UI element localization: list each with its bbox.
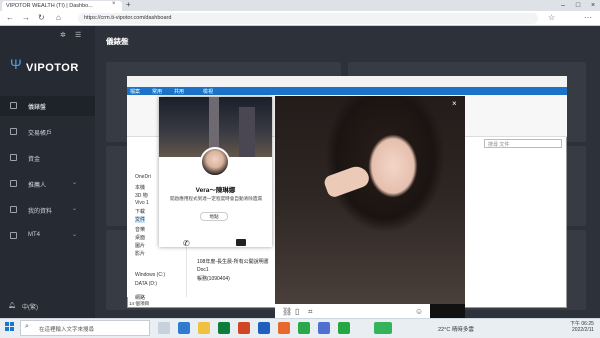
sidebar-item-trading-accounts[interactable]: 交易帳戶 bbox=[0, 122, 95, 142]
nav-item[interactable]: OneDri bbox=[135, 174, 151, 180]
sidebar-item-my-profile[interactable]: 我的資料 ⌄ bbox=[0, 200, 95, 220]
link-icon[interactable]: ⛓ bbox=[282, 307, 292, 316]
bookmark-icon[interactable]: ▯ bbox=[295, 307, 299, 316]
file-item[interactable]: 帳務(1090404) bbox=[197, 275, 230, 282]
sidebar-item-label: MT4 bbox=[28, 232, 40, 238]
sidebar-item-dashboard[interactable]: 儀錶盤 bbox=[0, 96, 95, 116]
date-text: 2022/2/11 bbox=[572, 327, 594, 333]
ribbon-tab-view[interactable]: 檢視 bbox=[203, 88, 213, 95]
sidebar-item-label: 儀錶盤 bbox=[28, 105, 47, 111]
reload-icon[interactable]: ↻ bbox=[38, 13, 45, 22]
nav-item[interactable]: 網路 bbox=[135, 294, 145, 301]
nav-item[interactable]: 圖片 bbox=[135, 242, 145, 249]
start-button[interactable] bbox=[5, 322, 15, 332]
contact-name: Vera～陳琳娜 bbox=[195, 187, 236, 194]
nav-item[interactable]: 音樂 bbox=[135, 226, 145, 233]
app-icon[interactable] bbox=[318, 322, 330, 334]
chevron-down-icon: ⌄ bbox=[71, 232, 77, 238]
search-input[interactable]: 搜尋 文件 bbox=[484, 139, 562, 148]
sidebar-item-funds[interactable]: 資金 bbox=[0, 148, 95, 168]
status-count: 14 個項目 bbox=[129, 301, 150, 306]
new-tab-icon[interactable]: + bbox=[126, 0, 131, 9]
excel-icon[interactable] bbox=[218, 322, 230, 334]
avatar bbox=[200, 147, 230, 177]
wallet-icon bbox=[10, 154, 17, 161]
file-item[interactable]: Doc1 bbox=[197, 267, 209, 273]
close-icon[interactable]: × bbox=[452, 99, 457, 108]
app-icon[interactable] bbox=[278, 322, 290, 334]
emoji-icon[interactable]: ☺ bbox=[415, 307, 423, 316]
phone-icon[interactable]: ✆ bbox=[183, 239, 190, 248]
nav-item[interactable]: Vivo 1 bbox=[135, 200, 149, 206]
edge-icon[interactable] bbox=[178, 322, 190, 334]
minimize-icon[interactable]: – bbox=[556, 0, 570, 11]
explorer-titlebar bbox=[127, 76, 567, 87]
folder-icon[interactable] bbox=[198, 322, 210, 334]
tab-title: VIPOTOR WEALTH (TI) | Dashbo... bbox=[6, 3, 93, 9]
sidebar-item-label: 交易帳戶 bbox=[28, 131, 53, 137]
sidebar-item-label: 我的資料 bbox=[28, 209, 53, 215]
logo-icon: Ψ bbox=[10, 56, 22, 72]
star-icon[interactable]: ☆ bbox=[548, 13, 555, 22]
ribbon-tab-home[interactable]: 常用 bbox=[152, 88, 162, 95]
task-view-icon[interactable] bbox=[158, 322, 170, 334]
sidebar-item-label: 資金 bbox=[28, 157, 41, 163]
nav-item[interactable]: Windows (C:) bbox=[135, 272, 165, 278]
nav-item[interactable]: 影片 bbox=[135, 250, 145, 257]
photo bbox=[275, 96, 465, 304]
language-selector[interactable]: 中(繁) bbox=[22, 302, 38, 311]
browser-tab[interactable]: VIPOTOR WEALTH (TI) | Dashbo... bbox=[2, 1, 122, 11]
nav-item[interactable]: 3D 物 bbox=[135, 192, 148, 199]
monitor-icon bbox=[10, 232, 17, 239]
line-icon[interactable] bbox=[298, 322, 310, 334]
word-icon[interactable] bbox=[258, 322, 270, 334]
user-icon bbox=[10, 206, 17, 213]
bell-icon[interactable]: 🔔︎ bbox=[8, 302, 16, 309]
page-title: 儀錶盤 bbox=[106, 37, 129, 46]
maximize-icon[interactable]: □ bbox=[571, 0, 585, 11]
settings-icon[interactable]: ✲ bbox=[60, 31, 66, 39]
ribbon-tab-file[interactable]: 檔案 bbox=[130, 88, 140, 95]
location-badge[interactable]: 地點 bbox=[200, 212, 228, 221]
chevron-down-icon: ⌄ bbox=[71, 206, 77, 212]
building-shape bbox=[239, 107, 255, 157]
search-icon: ⌕ bbox=[25, 323, 29, 330]
explorer-ribbon bbox=[127, 87, 567, 95]
nav-item[interactable]: 文件 bbox=[135, 216, 146, 223]
app-icon[interactable] bbox=[338, 322, 350, 334]
grid-icon bbox=[10, 102, 17, 109]
url-input[interactable]: https://crm.ti-vipotor.com/dashboard bbox=[78, 13, 538, 24]
taskbar-search-input[interactable]: 在這裡輸入文字來搜尋 bbox=[20, 320, 150, 336]
nav-item[interactable]: DATA (D:) bbox=[135, 281, 157, 287]
sidebar-item-mt4[interactable]: MT4 ⌄ bbox=[0, 226, 95, 246]
ribbon-tab-share[interactable]: 共用 bbox=[174, 88, 184, 95]
back-icon[interactable]: ← bbox=[6, 13, 14, 22]
chevron-down-icon: ⌄ bbox=[71, 180, 77, 186]
weather-widget[interactable]: 22°C 晴時多雲 bbox=[438, 325, 474, 333]
people-icon bbox=[10, 180, 17, 187]
nav-item[interactable]: 本機 bbox=[135, 184, 145, 191]
sidebar-item-referrer[interactable]: 推薦人 ⌄ bbox=[0, 174, 95, 194]
video-icon[interactable] bbox=[236, 239, 246, 246]
nav-item[interactable]: 桌面 bbox=[135, 234, 145, 241]
logo-text: VIPOTOR bbox=[26, 62, 79, 74]
close-window-icon[interactable]: × bbox=[586, 0, 600, 11]
nav-item[interactable]: 下載 bbox=[135, 208, 145, 215]
crop-icon[interactable]: ⌗ bbox=[308, 307, 313, 317]
menu-icon[interactable]: ⋯ bbox=[584, 13, 592, 22]
sidebar-item-label: 推薦人 bbox=[28, 183, 47, 189]
powerpoint-icon[interactable] bbox=[238, 322, 250, 334]
forward-icon[interactable]: → bbox=[22, 13, 30, 22]
home-icon[interactable]: ⌂ bbox=[56, 13, 61, 22]
chart-icon bbox=[10, 128, 17, 135]
clock[interactable]: 下午 06:25 2022/2/11 bbox=[570, 321, 594, 333]
menu-toggle-icon[interactable]: ☰ bbox=[75, 31, 81, 39]
contact-status: 開啟應用程式到達一定程度時會自動清除遺漏 bbox=[170, 196, 262, 201]
app-icon[interactable] bbox=[374, 322, 392, 334]
tab-close-icon[interactable]: × bbox=[112, 1, 116, 7]
file-item[interactable]: 108年度-長生晨-所有公開說明書 bbox=[197, 258, 269, 265]
